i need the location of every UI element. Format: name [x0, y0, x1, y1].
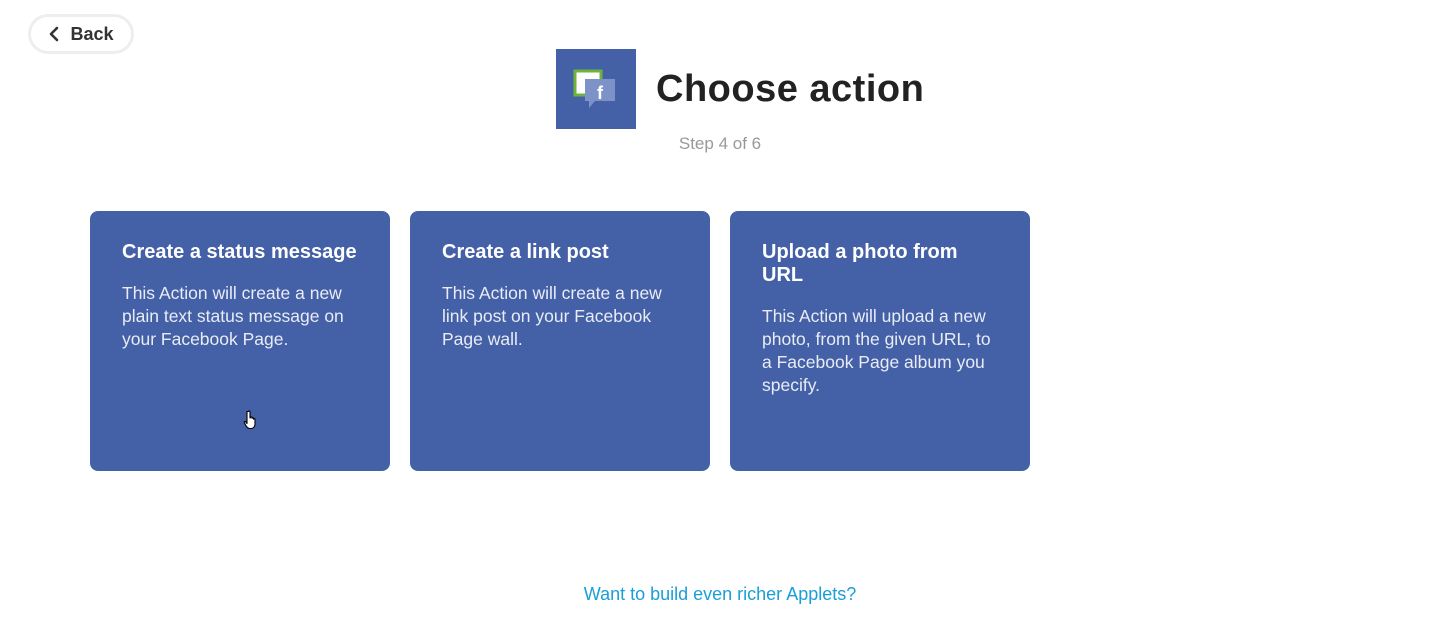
action-card-title: Upload a photo from URL — [762, 241, 958, 286]
action-card-title: Create a link post — [442, 241, 609, 263]
page-header: f Choose action — [556, 49, 924, 129]
action-card-title: Create a status message — [122, 241, 357, 263]
action-card-status-message[interactable]: Create a status message This Action will… — [90, 211, 390, 471]
facebook-pages-icon: f — [556, 49, 636, 129]
action-card-upload-photo[interactable]: Upload a photo from URL This Action will… — [730, 211, 1030, 471]
action-card-description: This Action will upload a new photo, fro… — [762, 306, 991, 395]
hand-cursor-icon — [243, 410, 256, 430]
back-button[interactable]: Back — [28, 14, 134, 54]
page-title: Choose action — [656, 67, 925, 110]
page: Back f Choose action Step 4 of 6 Create … — [0, 0, 1440, 627]
richer-applets-link[interactable]: Want to build even richer Applets? — [0, 584, 1440, 605]
back-label: Back — [70, 23, 114, 44]
chevron-left-icon — [50, 26, 59, 42]
action-card-link-post[interactable]: Create a link post This Action will crea… — [410, 211, 710, 471]
action-card-description: This Action will create a new plain text… — [122, 283, 344, 349]
action-list: Create a status message This Action will… — [90, 211, 1030, 471]
action-card-description: This Action will create a new link post … — [442, 283, 662, 349]
svg-text:f: f — [597, 83, 604, 103]
step-indicator: Step 4 of 6 — [678, 134, 762, 153]
